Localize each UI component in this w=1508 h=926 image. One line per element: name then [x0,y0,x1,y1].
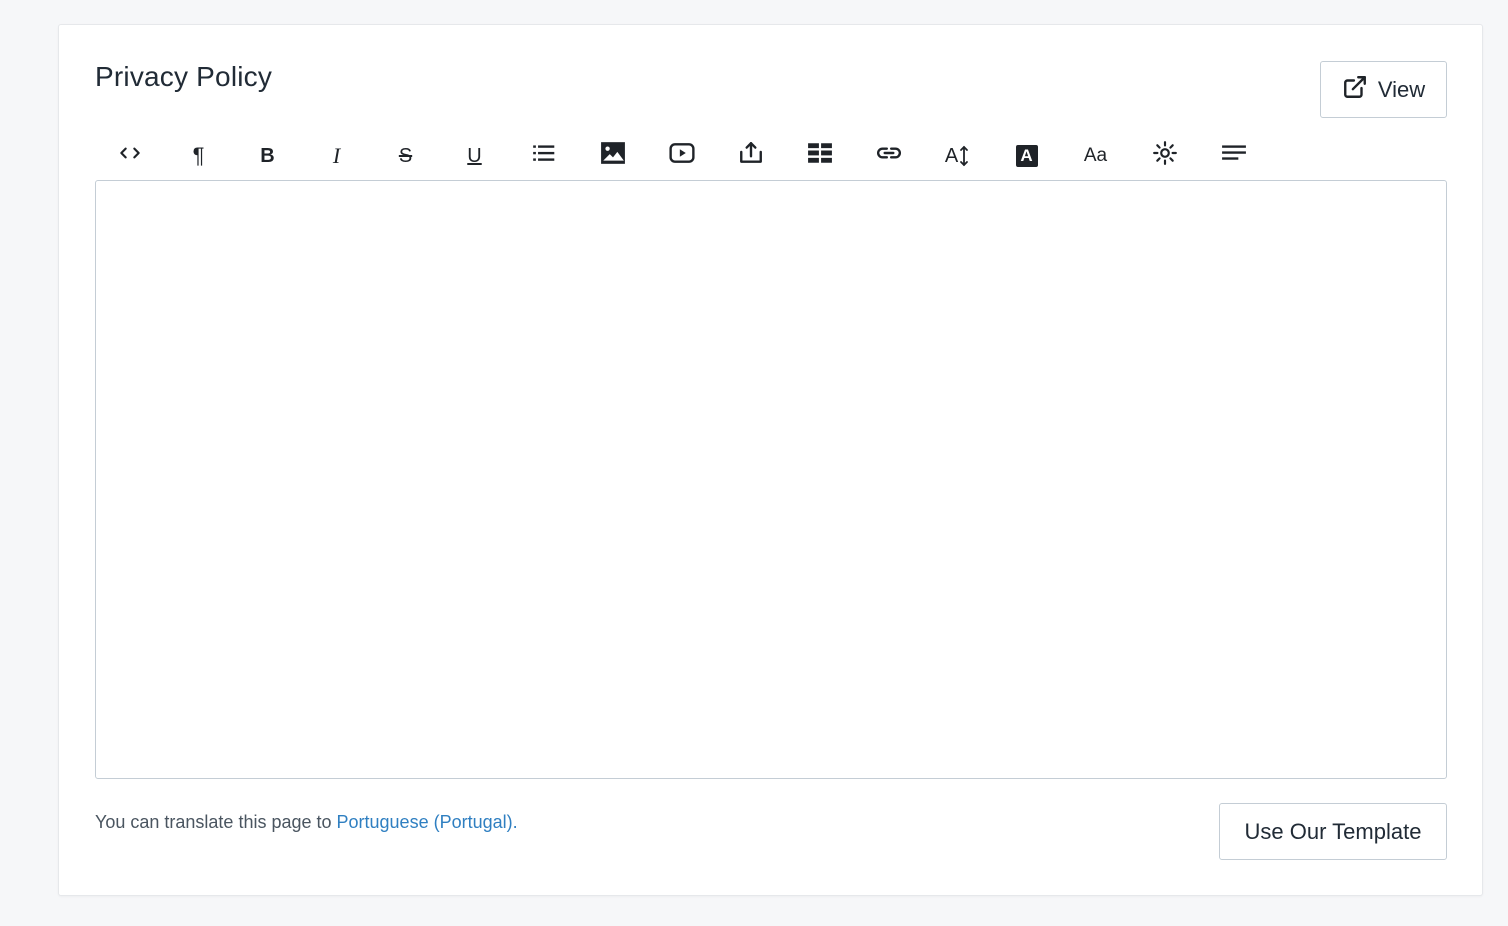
font-size-button[interactable]: A [923,138,992,174]
insert-image-button[interactable] [578,138,647,174]
text-color-button[interactable]: A [992,138,1061,174]
code-view-button[interactable] [95,138,164,174]
italic-button[interactable]: I [302,138,371,174]
insert-file-button[interactable] [716,138,785,174]
upload-icon [738,140,764,172]
underline-icon: U [467,144,482,167]
paragraph-format-button[interactable]: ¶ [164,138,233,174]
bold-button[interactable]: B [233,138,302,174]
view-button[interactable]: View [1320,61,1447,118]
insert-video-button[interactable] [647,138,716,174]
align-button[interactable] [1199,138,1268,174]
policy-editor[interactable] [95,180,1447,779]
strikethrough-button[interactable]: S [371,138,440,174]
strikethrough-icon: S [398,144,413,167]
view-button-label: View [1377,76,1426,102]
editor-toolbar: ¶ B I S U A A Aa [95,138,1268,174]
insert-link-button[interactable] [854,138,923,174]
bold-icon: B [260,144,275,167]
sun-icon [1152,140,1178,172]
list-icon [531,140,557,172]
code-icon [117,140,143,172]
link-icon [876,140,902,172]
bulleted-list-button[interactable] [509,138,578,174]
translate-note: You can translate this page to Portugues… [95,812,518,833]
align-left-icon [1221,140,1247,172]
underline-button[interactable]: U [440,138,509,174]
text-color-icon-letter: A [1020,146,1033,165]
font-family-icon: Aa [1083,145,1108,166]
section-title: Privacy Policy [95,61,273,92]
insert-table-button[interactable] [785,138,854,174]
external-link-icon [1342,74,1368,106]
italic-icon: I [332,143,341,168]
video-icon [668,140,695,172]
image-icon [600,140,626,172]
paragraph-icon: ¶ [192,143,205,168]
table-icon [807,140,833,172]
privacy-policy-card: Privacy Policy View ¶ B I S U A A Aa You… [58,24,1483,896]
translate-language-link[interactable]: Portuguese (Portugal). [337,812,518,832]
text-color-icon: A [1015,145,1038,167]
use-our-template-button[interactable]: Use Our Template [1219,803,1447,860]
font-size-icon-letter: A [944,144,959,167]
special-characters-button[interactable] [1130,138,1199,174]
font-family-button[interactable]: Aa [1061,138,1130,174]
translate-note-text: You can translate this page to [95,812,337,832]
font-size-icon: A [945,144,970,168]
